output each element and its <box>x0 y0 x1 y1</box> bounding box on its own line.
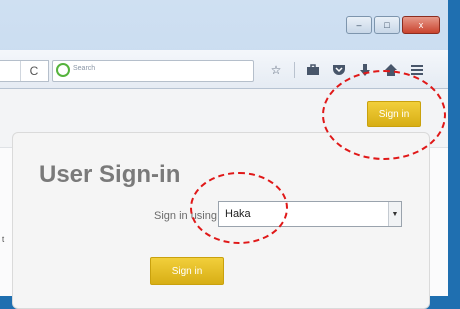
minimize-button[interactable]: – <box>346 16 372 34</box>
browser-toolbar: C Search ☆ <box>0 50 448 89</box>
close-button[interactable]: x <box>402 16 440 34</box>
identity-provider-select[interactable]: Haka ▼ <box>218 201 402 227</box>
toolbar-icons: ☆ <box>268 60 425 80</box>
reload-glyph: C <box>29 64 39 78</box>
select-value: Haka <box>225 208 251 220</box>
browser-window: – □ x C Search ☆ Sign in t User Sign-in … <box>0 0 448 309</box>
maximize-icon: □ <box>384 20 390 30</box>
window-controls: – □ x <box>346 16 440 34</box>
page-title: User Sign-in <box>39 161 181 188</box>
star-icon[interactable]: ☆ <box>268 62 284 78</box>
briefcase-icon[interactable] <box>305 62 321 78</box>
toolbar-separator <box>294 62 295 78</box>
search-engine-icon <box>56 63 70 77</box>
page-content: Sign in t User Sign-in Sign in using Hak… <box>0 89 448 309</box>
search-placeholder: Search <box>73 65 96 72</box>
signin-button[interactable]: Sign in <box>150 257 224 285</box>
download-icon[interactable] <box>357 62 373 78</box>
signin-using-label: Sign in using <box>154 210 217 222</box>
pocket-icon[interactable] <box>331 62 347 78</box>
edge-text: t <box>2 235 5 244</box>
signin-card: User Sign-in Sign in using Haka ▼ Sign i… <box>12 132 430 309</box>
minimize-icon: – <box>356 20 362 30</box>
reload-icon[interactable]: C <box>20 61 47 81</box>
search-input[interactable]: Search <box>52 60 254 82</box>
home-icon[interactable] <box>383 62 399 78</box>
menu-icon[interactable] <box>409 62 425 78</box>
maximize-button[interactable]: □ <box>374 16 400 34</box>
header-signin-button[interactable]: Sign in <box>367 101 421 127</box>
chevron-down-icon[interactable]: ▼ <box>388 202 401 226</box>
address-bar[interactable]: C <box>0 60 49 82</box>
close-icon: x <box>418 20 424 30</box>
title-bar: – □ x <box>0 0 448 50</box>
